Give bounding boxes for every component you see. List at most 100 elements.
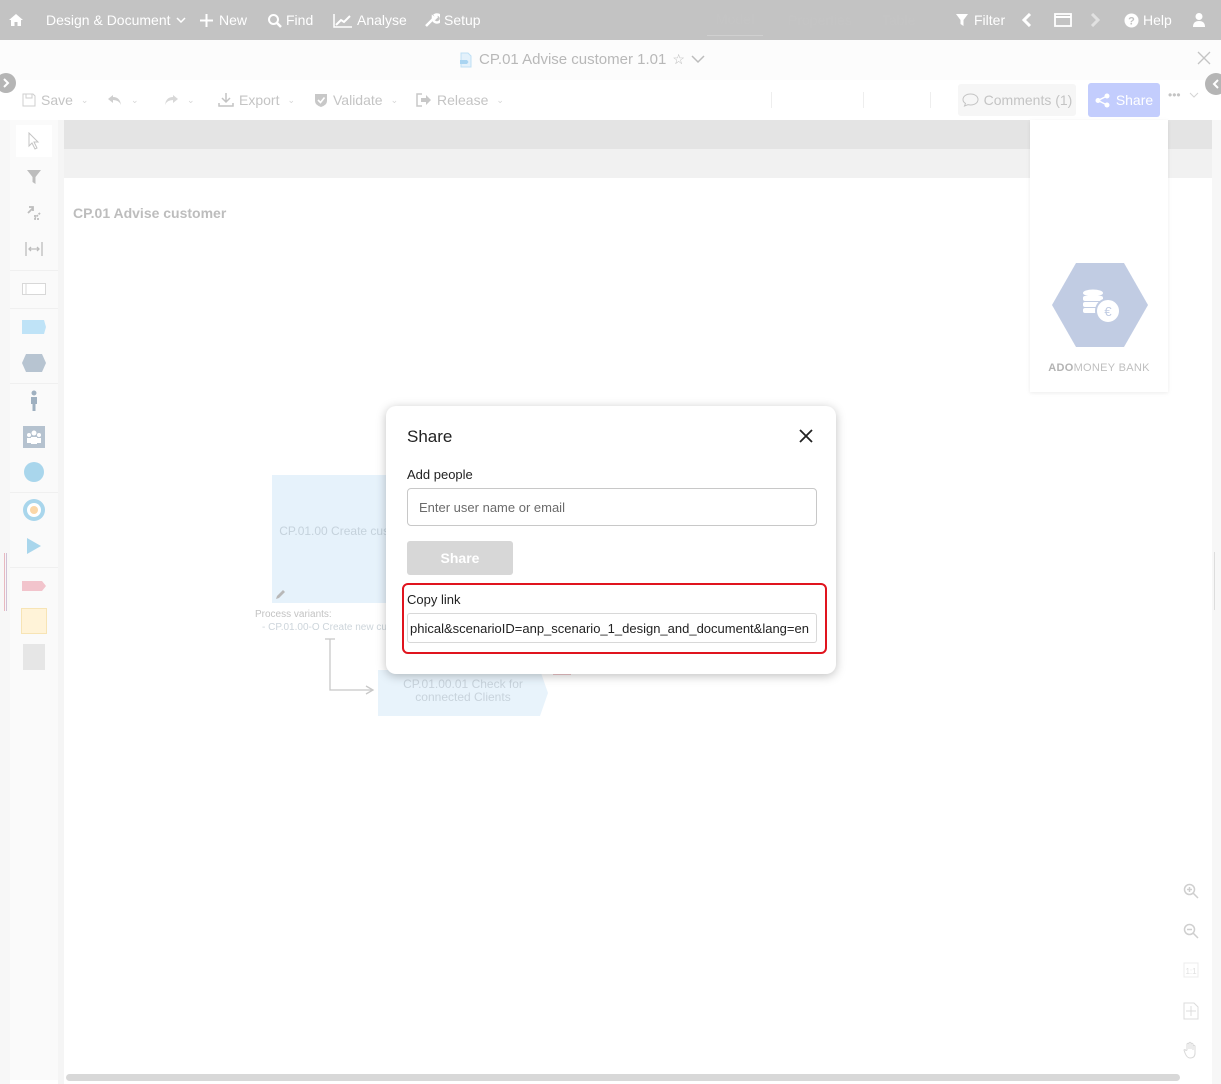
note-icon <box>21 608 47 634</box>
analyse-button[interactable]: Analyse <box>333 0 407 40</box>
chevron-down-icon[interactable] <box>691 55 705 64</box>
chevron-down-icon <box>1189 92 1198 98</box>
top-navigation-bar: Design & Document New Find Analyse Setup… <box>0 0 1221 40</box>
filter-icon <box>27 170 41 184</box>
fit-page-button[interactable] <box>1181 1001 1201 1021</box>
close-document-icon[interactable] <box>1197 51 1211 65</box>
help-button[interactable]: ? Help <box>1124 0 1172 40</box>
circle-event-icon <box>24 462 44 482</box>
tab-divider <box>863 92 864 108</box>
process-shape-icon <box>22 320 46 334</box>
user-menu-button[interactable] <box>1192 0 1206 40</box>
process-variant-link[interactable]: - CP.01.00-O Create new cu <box>262 622 387 633</box>
spacing-tool[interactable] <box>16 233 52 265</box>
tab-divider <box>771 92 772 108</box>
palette-divider <box>10 492 58 493</box>
wrench-icon <box>425 13 440 27</box>
chevron-down-icon: ⌄ <box>80 94 89 105</box>
hand-icon <box>1183 1041 1196 1059</box>
zoom-in-button[interactable] <box>1181 881 1201 901</box>
filter-button[interactable]: Filter <box>955 0 1005 40</box>
validate-button[interactable]: Validate ⌄ <box>314 80 398 120</box>
find-button[interactable]: Find <box>267 0 313 40</box>
pan-tool-button[interactable] <box>1181 1040 1201 1060</box>
chevron-right-icon <box>1090 13 1100 27</box>
save-button[interactable]: Save ⌄ <box>22 80 88 120</box>
expand-right-panel-button[interactable] <box>1205 73 1221 95</box>
tag-shape-icon <box>22 581 46 591</box>
pencil-icon[interactable] <box>275 589 286 600</box>
group-icon <box>23 426 45 448</box>
release-icon <box>416 93 431 107</box>
chevron-left-icon <box>1022 13 1032 27</box>
company-logo-text: ADOMONEY BANK <box>1048 362 1150 374</box>
favorite-star-icon[interactable]: ☆ <box>672 51 685 68</box>
coins-euro-logo-icon: € <box>1052 263 1148 347</box>
redo-button[interactable]: ⌄ <box>163 80 195 120</box>
zoom-out-icon <box>1183 923 1199 939</box>
redo-icon <box>165 95 178 105</box>
chevron-down-icon: ⌄ <box>187 94 195 105</box>
comments-button[interactable]: Comments (1) <box>958 84 1076 116</box>
pool-lane-icon <box>22 283 46 295</box>
export-button[interactable]: Export ⌄ <box>218 80 295 120</box>
palette-intermediate-event[interactable] <box>16 494 52 526</box>
pointer-icon <box>28 132 40 150</box>
palette-subprocess[interactable] <box>16 347 52 379</box>
window-button[interactable] <box>1054 0 1072 40</box>
close-icon[interactable] <box>797 427 815 445</box>
setup-button[interactable]: Setup <box>424 0 481 40</box>
tab-table[interactable]: Table <box>882 0 915 40</box>
modelling-palette <box>10 120 58 1080</box>
palette-scroll-indicator[interactable] <box>4 553 7 611</box>
right-resize-handle[interactable] <box>1214 552 1217 610</box>
palette-note[interactable] <box>16 605 52 637</box>
palette-start[interactable] <box>16 530 52 562</box>
design-document-menu[interactable]: Design & Document <box>46 0 186 40</box>
share-toolbar-button[interactable]: Share <box>1088 83 1160 117</box>
palette-input-output[interactable] <box>16 570 52 602</box>
subprocess-label: CP.01.00.01 Check for connected Clients <box>403 677 523 704</box>
chevron-left-icon <box>1212 79 1219 89</box>
tab-model[interactable]: Model <box>707 3 763 36</box>
tab-properties[interactable]: Properties <box>788 0 852 40</box>
zoom-out-button[interactable] <box>1181 921 1201 941</box>
palette-pool[interactable] <box>16 273 52 305</box>
zoom-in-icon <box>1183 883 1199 899</box>
actual-size-icon: 1:1 <box>1183 962 1199 978</box>
zoom-reset-button[interactable]: 1:1 <box>1181 960 1201 980</box>
chevron-down-icon: ⌄ <box>287 94 296 105</box>
undo-button[interactable]: ⌄ <box>107 80 139 120</box>
home-icon <box>9 14 23 26</box>
person-icon <box>31 390 37 411</box>
user-icon <box>1193 13 1205 27</box>
more-options-button[interactable]: ••• <box>1168 88 1199 102</box>
horizontal-scrollbar[interactable] <box>66 1074 1180 1081</box>
shield-check-icon <box>315 93 327 107</box>
add-people-input[interactable] <box>407 488 817 526</box>
copy-link-input[interactable] <box>407 613 817 643</box>
release-button[interactable]: Release ⌄ <box>416 80 504 120</box>
palette-performer[interactable] <box>16 385 52 417</box>
copy-link-label: Copy link <box>407 592 461 607</box>
filter-tool[interactable] <box>16 161 52 193</box>
back-button[interactable] <box>1022 0 1032 40</box>
palette-event[interactable] <box>16 456 52 488</box>
select-tool[interactable] <box>16 125 52 157</box>
document-title-bar: CP.01 Advise customer 1.01 ☆ <box>0 40 1221 80</box>
palette-annotation[interactable] <box>16 641 52 673</box>
connect-tool[interactable] <box>16 197 52 229</box>
forward-button[interactable] <box>1090 0 1100 40</box>
palette-process[interactable] <box>16 311 52 343</box>
document-title[interactable]: CP.01 Advise customer 1.01 ☆ <box>459 51 705 68</box>
palette-divider <box>10 383 58 384</box>
comment-bubble-icon <box>962 93 979 107</box>
home-button[interactable] <box>8 0 24 40</box>
chevron-down-icon <box>175 17 186 23</box>
share-submit-button[interactable]: Share <box>407 541 513 575</box>
target-event-icon <box>23 499 45 521</box>
model-title: CP.01 Advise customer <box>73 205 227 221</box>
new-button[interactable]: New <box>199 0 247 40</box>
window-icon <box>1054 13 1072 27</box>
palette-organizational-unit[interactable] <box>16 421 52 453</box>
